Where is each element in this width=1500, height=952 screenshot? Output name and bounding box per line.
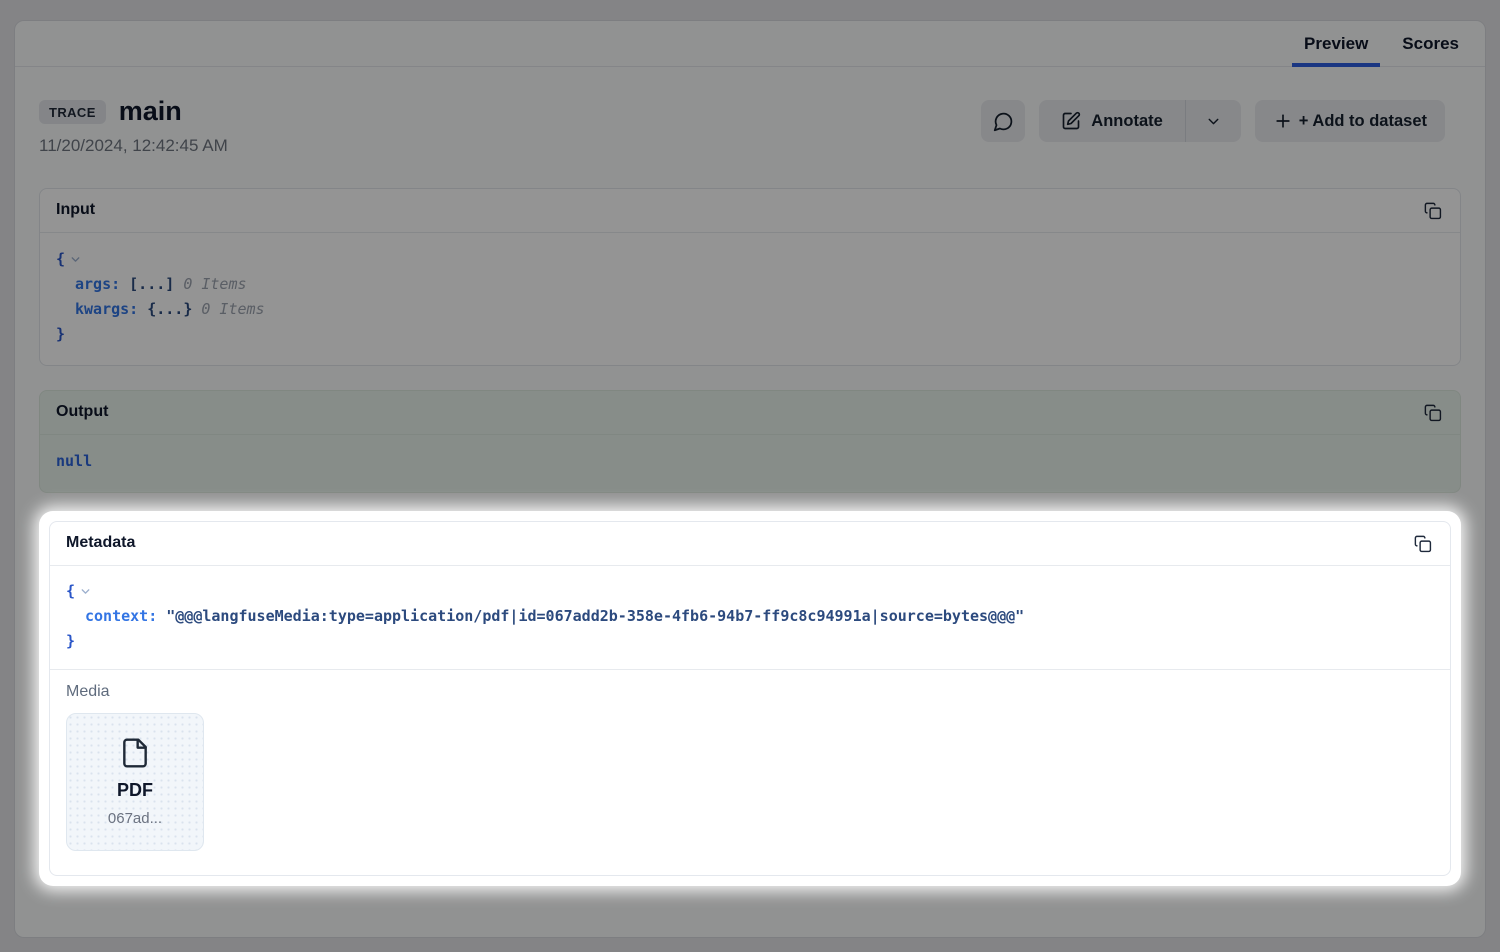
json-null-value: null	[56, 449, 92, 474]
tab-preview[interactable]: Preview	[1292, 21, 1380, 66]
comment-icon	[993, 111, 1014, 132]
metadata-spotlight: Metadata { context:"	[39, 511, 1461, 886]
tab-scores[interactable]: Scores	[1390, 21, 1471, 66]
json-key-kwargs: kwargs:	[75, 297, 138, 322]
output-panel-title: Output	[56, 403, 108, 421]
comment-button[interactable]	[981, 100, 1025, 142]
trace-content: TRACE main 11/20/2024, 12:42:45 AM	[15, 67, 1485, 886]
media-section-label: Media	[66, 683, 1434, 701]
annotate-edit-icon	[1061, 111, 1081, 131]
annotate-split-button: Annotate	[1039, 100, 1241, 142]
annotate-label: Annotate	[1091, 112, 1163, 131]
json-value-kwargs: {...}	[147, 297, 192, 322]
copy-icon	[1423, 403, 1442, 422]
input-panel-title: Input	[56, 201, 95, 219]
chevron-down-icon	[1205, 113, 1222, 130]
add-to-dataset-label: + Add to dataset	[1299, 112, 1427, 131]
input-json-viewer: { args:[...]0 Items kwargs:{...}0 Items …	[40, 233, 1460, 365]
metadata-panel: Metadata { context:"	[49, 521, 1451, 876]
collapse-chevron-icon[interactable]	[79, 585, 92, 598]
copy-output-button[interactable]	[1421, 401, 1444, 424]
json-items-note: 0 Items	[201, 297, 264, 322]
copy-icon	[1413, 534, 1432, 553]
file-icon	[119, 737, 151, 769]
json-value-args: [...]	[129, 272, 174, 297]
media-section: Media PDF 067ad...	[50, 669, 1450, 875]
trace-header: TRACE main 11/20/2024, 12:42:45 AM	[39, 97, 1461, 156]
annotate-button[interactable]: Annotate	[1039, 100, 1185, 142]
json-close-brace: }	[66, 629, 75, 654]
trace-timestamp: 11/20/2024, 12:42:45 AM	[39, 136, 228, 156]
trace-title: main	[119, 97, 182, 127]
copy-icon	[1423, 201, 1442, 220]
json-close-brace: }	[56, 322, 65, 347]
json-open-brace: {	[56, 247, 65, 272]
trace-actions: Annotate + Add to dataset	[981, 100, 1445, 142]
media-file-id: 067ad...	[108, 810, 162, 827]
json-key-context: context:	[85, 604, 157, 629]
json-items-note: 0 Items	[183, 272, 246, 297]
annotate-dropdown-button[interactable]	[1185, 100, 1241, 142]
input-panel: Input { args: [...] 0 Items	[39, 188, 1461, 366]
output-json-viewer: null	[40, 435, 1460, 492]
plus-icon	[1273, 111, 1293, 131]
tab-bar: Preview Scores	[15, 21, 1485, 67]
copy-metadata-button[interactable]	[1411, 532, 1434, 555]
media-pdf-card[interactable]: PDF 067ad...	[66, 713, 204, 851]
collapse-chevron-icon[interactable]	[69, 253, 82, 266]
media-file-type: PDF	[117, 780, 153, 801]
json-open-brace: {	[66, 579, 75, 604]
trace-type-badge: TRACE	[39, 100, 106, 124]
add-to-dataset-button[interactable]: + Add to dataset	[1255, 100, 1445, 142]
json-value-context: "@@@langfuseMedia:type=application/pdf|i…	[166, 604, 1024, 629]
copy-input-button[interactable]	[1421, 199, 1444, 222]
trace-detail-panel: Preview Scores TRACE main 11/20/2024, 12…	[14, 20, 1486, 938]
metadata-panel-title: Metadata	[66, 534, 135, 552]
output-panel: Output null	[39, 390, 1461, 493]
metadata-json-viewer: { context: "@@@langfuseMedia:type=applica…	[50, 566, 1450, 669]
json-key-args: args:	[75, 272, 120, 297]
